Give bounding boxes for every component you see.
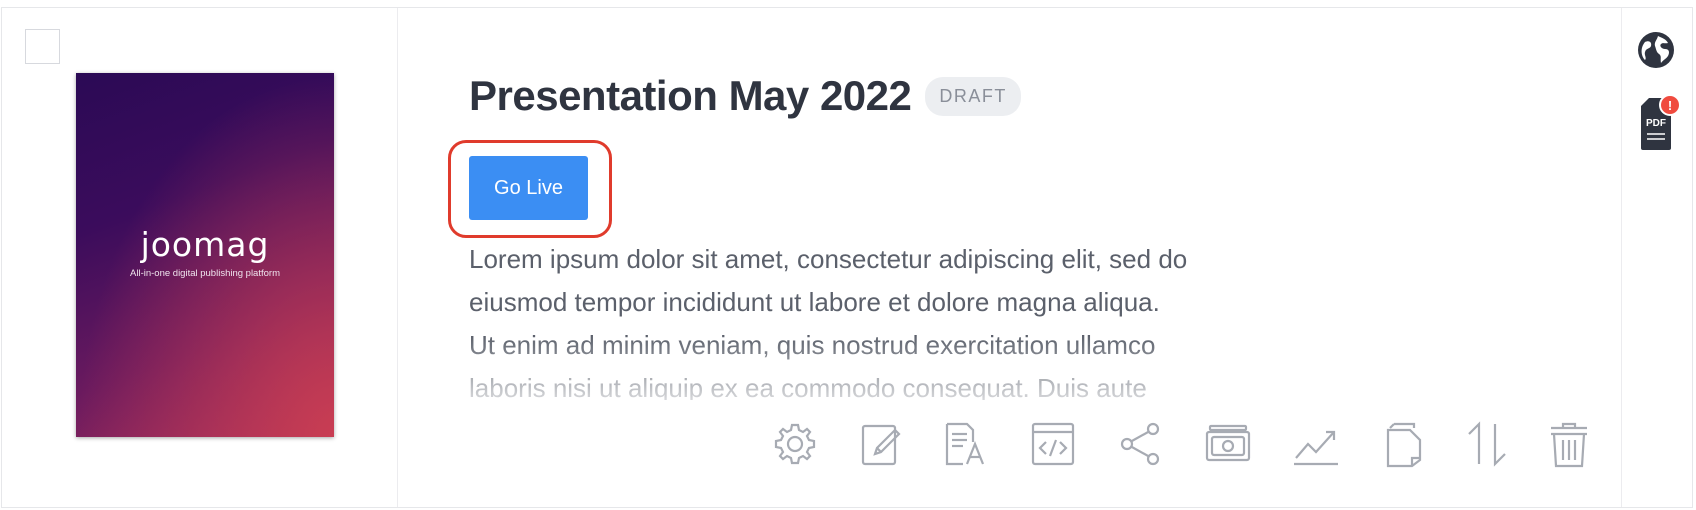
- publication-description: Lorem ipsum dolor sit amet, consectetur …: [469, 238, 1269, 400]
- translate-icon[interactable]: [941, 420, 989, 468]
- settings-icon[interactable]: [771, 420, 819, 468]
- select-checkbox[interactable]: [25, 29, 60, 64]
- side-divider: [1621, 8, 1622, 507]
- svg-text:PDF: PDF: [1646, 118, 1666, 129]
- description-line: Ut enim ad minim veniam, quis nostrud ex…: [469, 330, 1156, 360]
- pdf-file-icon[interactable]: PDF !: [1639, 92, 1683, 152]
- description-line: laboris nisi ut aliquip ex ea commodo co…: [469, 373, 1147, 400]
- monetize-icon[interactable]: [1204, 420, 1252, 468]
- publication-title: Presentation May 2022: [469, 72, 912, 119]
- go-live-button[interactable]: Go Live: [469, 156, 588, 220]
- publication-cover[interactable]: joomag All-in-one digital publishing pla…: [76, 73, 334, 437]
- svg-text:!: !: [1668, 98, 1672, 113]
- share-icon[interactable]: [1117, 420, 1165, 468]
- cover-column: joomag All-in-one digital publishing pla…: [2, 8, 398, 507]
- description-line: eiusmod tempor incididunt ut labore et d…: [469, 287, 1160, 317]
- title-row: Presentation May 2022 DRAFT: [469, 72, 1021, 120]
- embed-code-icon[interactable]: [1029, 420, 1077, 468]
- delete-icon[interactable]: [1545, 420, 1593, 468]
- cover-tagline: All-in-one digital publishing platform: [130, 268, 280, 279]
- sort-icon[interactable]: [1463, 420, 1511, 468]
- cover-logo: joomag: [140, 225, 270, 264]
- description-line: Lorem ipsum dolor sit amet, consectetur …: [469, 244, 1188, 274]
- analytics-icon[interactable]: [1292, 420, 1340, 468]
- status-badge: DRAFT: [925, 76, 1021, 116]
- globe-icon[interactable]: [1636, 30, 1676, 70]
- duplicate-icon[interactable]: [1380, 420, 1428, 468]
- edit-icon[interactable]: [857, 420, 905, 468]
